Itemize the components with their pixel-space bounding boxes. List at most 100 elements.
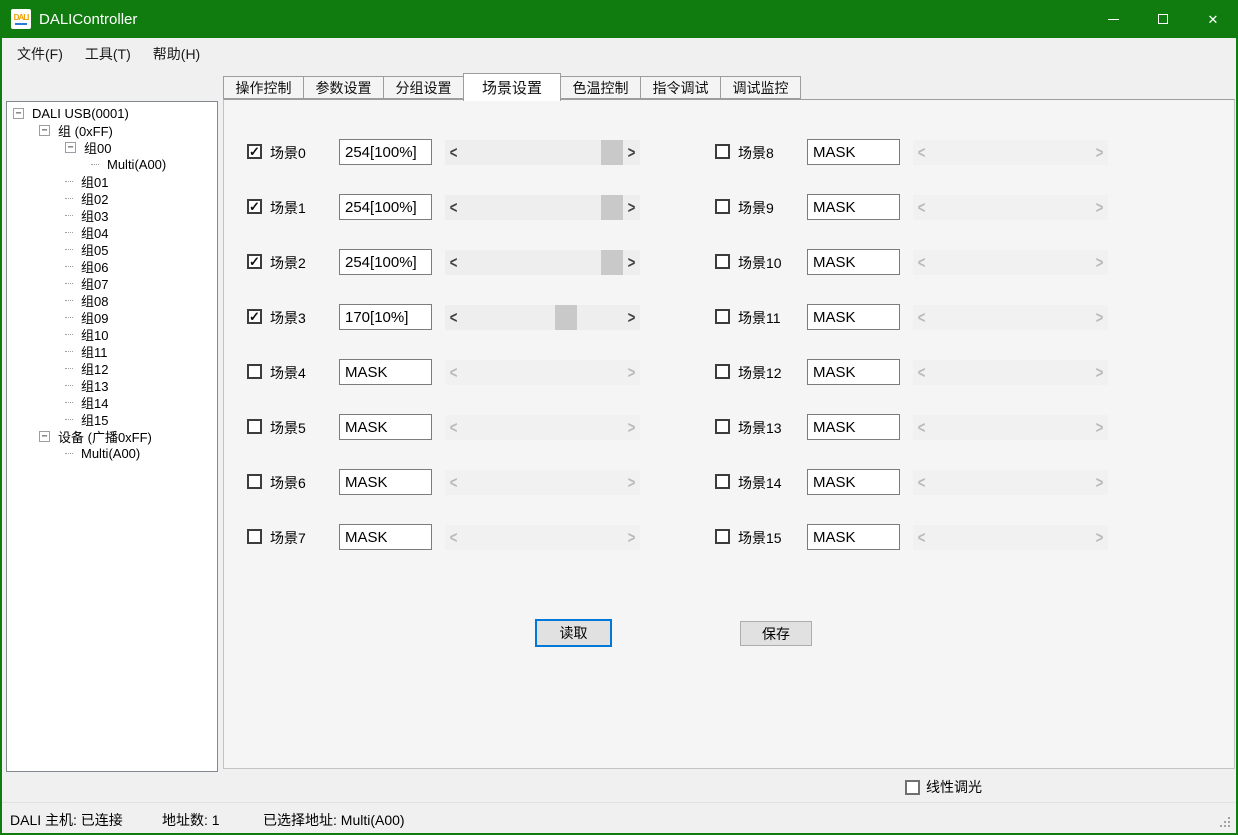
- scene-value-input[interactable]: [807, 304, 900, 330]
- scene-value-input[interactable]: [339, 359, 432, 385]
- scene-level-scrollbar[interactable]: < >: [445, 305, 640, 330]
- tree-item[interactable]: 组13: [7, 377, 217, 394]
- scene-value-input[interactable]: [339, 304, 432, 330]
- scene-value-input[interactable]: [807, 469, 900, 495]
- tab-debug-monitor[interactable]: 调试监控: [720, 76, 801, 99]
- scrollbar-track[interactable]: [462, 195, 623, 220]
- scroll-right-icon[interactable]: >: [623, 247, 640, 278]
- tree-item[interactable]: Multi(A00): [7, 445, 217, 462]
- menu-item-file[interactable]: 文件(F): [6, 39, 74, 69]
- tree-item[interactable]: 组11: [7, 343, 217, 360]
- scrollbar-thumb[interactable]: [601, 140, 623, 165]
- tree-item[interactable]: 组05: [7, 241, 217, 258]
- scene-enable-checkbox[interactable]: [247, 419, 262, 434]
- tab-command-debug[interactable]: 指令调试: [640, 76, 721, 99]
- tree-item[interactable]: −设备 (广播0xFF): [7, 428, 217, 445]
- tree-item[interactable]: Multi(A00): [7, 156, 217, 173]
- scene-enable-checkbox[interactable]: ✓: [247, 254, 262, 269]
- tree-item[interactable]: 组12: [7, 360, 217, 377]
- scene-enable-checkbox[interactable]: [715, 309, 730, 324]
- scene-enable-checkbox[interactable]: [715, 254, 730, 269]
- tab-param-settings[interactable]: 参数设置: [303, 76, 384, 99]
- scroll-left-icon[interactable]: <: [445, 247, 462, 278]
- scene-enable-checkbox[interactable]: ✓: [247, 199, 262, 214]
- tree-collapse-icon[interactable]: −: [13, 108, 24, 119]
- device-tree[interactable]: −DALI USB(0001)−组 (0xFF)−组00Multi(A00)组0…: [6, 101, 218, 772]
- scroll-left-icon[interactable]: <: [445, 137, 462, 168]
- scene-level-scrollbar[interactable]: < >: [445, 140, 640, 165]
- scroll-left-icon: <: [913, 247, 930, 278]
- tree-item[interactable]: 组01: [7, 173, 217, 190]
- scrollbar-track[interactable]: [462, 140, 623, 165]
- tab-group-settings[interactable]: 分组设置: [383, 76, 464, 99]
- tree-collapse-icon[interactable]: −: [39, 431, 50, 442]
- tree-item[interactable]: 组03: [7, 207, 217, 224]
- tree-item[interactable]: 组08: [7, 292, 217, 309]
- minimize-button[interactable]: [1088, 0, 1138, 38]
- scene-enable-checkbox[interactable]: [715, 474, 730, 489]
- scrollbar-thumb[interactable]: [601, 195, 623, 220]
- scroll-right-icon[interactable]: >: [623, 192, 640, 223]
- scene-enable-checkbox[interactable]: [715, 199, 730, 214]
- tree-collapse-icon[interactable]: −: [39, 125, 50, 136]
- scene-value-input[interactable]: [339, 139, 432, 165]
- scene-enable-checkbox[interactable]: ✓: [247, 309, 262, 324]
- scene-value-input[interactable]: [807, 524, 900, 550]
- scene-value-input[interactable]: [807, 139, 900, 165]
- tree-item[interactable]: 组15: [7, 411, 217, 428]
- save-button[interactable]: 保存: [740, 621, 812, 646]
- scene-enable-checkbox[interactable]: [715, 419, 730, 434]
- scene-level-scrollbar[interactable]: < >: [445, 195, 640, 220]
- scrollbar-track[interactable]: [462, 305, 623, 330]
- scroll-left-icon[interactable]: <: [445, 192, 462, 223]
- tree-item[interactable]: 组09: [7, 309, 217, 326]
- scrollbar-thumb[interactable]: [555, 305, 577, 330]
- scene-enable-checkbox[interactable]: [247, 364, 262, 379]
- scroll-right-icon[interactable]: >: [623, 302, 640, 333]
- tree-item[interactable]: 组10: [7, 326, 217, 343]
- scene-value-input[interactable]: [339, 524, 432, 550]
- scene-row: 场景5 < >: [247, 414, 667, 440]
- scene-enable-checkbox[interactable]: [715, 364, 730, 379]
- menu-item-tools[interactable]: 工具(T): [74, 39, 142, 69]
- scene-enable-checkbox[interactable]: [715, 529, 730, 544]
- scene-value-input[interactable]: [339, 414, 432, 440]
- linear-dimming-checkbox[interactable]: [905, 780, 920, 795]
- tree-item[interactable]: 组02: [7, 190, 217, 207]
- tree-item[interactable]: 组07: [7, 275, 217, 292]
- scroll-right-icon: >: [623, 522, 640, 553]
- scene-enable-checkbox[interactable]: [715, 144, 730, 159]
- tree-collapse-icon[interactable]: −: [65, 142, 76, 153]
- read-button[interactable]: 读取: [535, 619, 612, 647]
- scene-enable-checkbox[interactable]: [247, 474, 262, 489]
- scroll-left-icon[interactable]: <: [445, 302, 462, 333]
- scene-enable-checkbox[interactable]: [247, 529, 262, 544]
- scene-value-input[interactable]: [807, 249, 900, 275]
- scene-value-input[interactable]: [339, 194, 432, 220]
- tree-item[interactable]: 组06: [7, 258, 217, 275]
- menu-item-help[interactable]: 帮助(H): [142, 39, 211, 69]
- scene-label: 场景7: [270, 528, 306, 548]
- tab-operation-control[interactable]: 操作控制: [223, 76, 304, 99]
- scrollbar-thumb[interactable]: [601, 250, 623, 275]
- scrollbar-track[interactable]: [462, 250, 623, 275]
- maximize-button[interactable]: [1138, 0, 1188, 38]
- tree-item[interactable]: 组04: [7, 224, 217, 241]
- tree-item[interactable]: −组 (0xFF): [7, 122, 217, 139]
- scene-value-input[interactable]: [807, 359, 900, 385]
- scroll-right-icon: >: [1091, 302, 1108, 333]
- close-button[interactable]: ✕: [1188, 0, 1238, 38]
- scene-level-scrollbar[interactable]: < >: [445, 250, 640, 275]
- scene-enable-checkbox[interactable]: ✓: [247, 144, 262, 159]
- tree-item[interactable]: −组00: [7, 139, 217, 156]
- scroll-right-icon[interactable]: >: [623, 137, 640, 168]
- tab-color-temp-control[interactable]: 色温控制: [560, 76, 641, 99]
- tree-item[interactable]: −DALI USB(0001): [7, 105, 217, 122]
- tab-scene-settings[interactable]: 场景设置: [463, 73, 561, 101]
- tree-item[interactable]: 组14: [7, 394, 217, 411]
- scene-value-input[interactable]: [339, 469, 432, 495]
- resize-grip-icon[interactable]: [1220, 817, 1222, 819]
- scene-value-input[interactable]: [807, 194, 900, 220]
- scene-value-input[interactable]: [339, 249, 432, 275]
- scene-value-input[interactable]: [807, 414, 900, 440]
